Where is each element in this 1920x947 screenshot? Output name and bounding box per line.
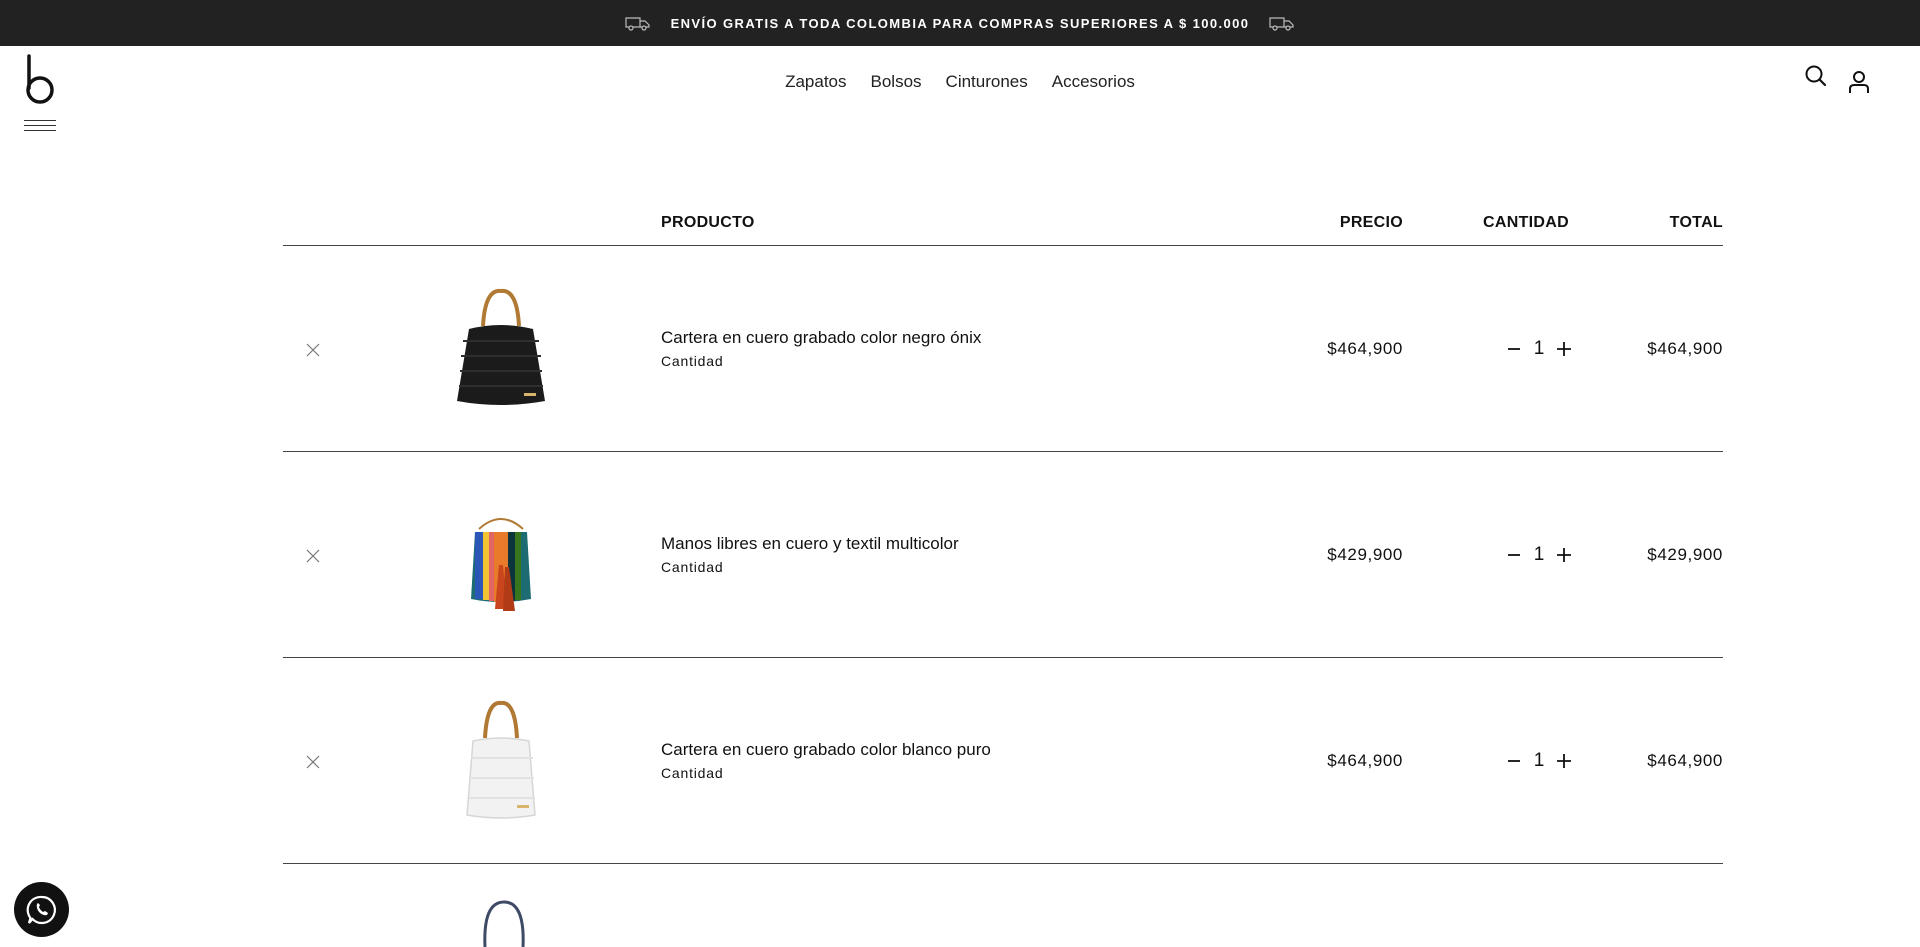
close-icon[interactable] [305,754,321,770]
nav-bolsos[interactable]: Bolsos [871,72,922,92]
product-image[interactable] [433,281,569,417]
product-image[interactable] [433,487,569,623]
close-icon[interactable] [305,342,321,358]
truck-icon [624,17,650,31]
header-price: PRECIO [1339,214,1403,231]
menu-button[interactable] [24,120,56,132]
cart-row: Cartera en cuero grabado color negro óni… [283,246,1723,452]
product-price: $464,900 [1327,339,1403,358]
announcement-text: ENVÍO GRATIS A TODA COLOMBIA PARA COMPRA… [670,15,1250,31]
minus-icon[interactable] [1505,340,1523,358]
quantity-stepper: 1 [1505,748,1573,774]
minus-icon[interactable] [1505,752,1523,770]
product-option-label: Cantidad [661,353,724,369]
plus-icon[interactable] [1555,546,1573,564]
user-icon[interactable] [1848,70,1870,94]
search-icon[interactable] [1804,64,1828,88]
cart-table: PRODUCTO PRECIO CANTIDAD TOTAL Cartera e… [283,206,1723,864]
quantity-stepper: 1 [1505,336,1573,362]
whatsapp-button[interactable] [14,882,69,937]
quantity-value[interactable]: 1 [1529,750,1549,772]
nav-zapatos[interactable]: Zapatos [785,72,846,92]
header-total: TOTAL [1669,214,1723,231]
header-quantity: CANTIDAD [1483,214,1569,231]
product-option-label: Cantidad [661,559,724,575]
nav-accesorios[interactable]: Accesorios [1052,72,1135,92]
product-total: $464,900 [1647,339,1723,358]
hamburger-icon [24,120,56,121]
close-icon[interactable] [305,548,321,564]
nav-cinturones[interactable]: Cinturones [946,72,1028,92]
product-name[interactable]: Cartera en cuero grabado color negro óni… [661,328,981,348]
header-product: PRODUCTO [661,214,755,231]
truck-icon [1269,17,1295,31]
product-total: $464,900 [1647,751,1723,770]
product-name[interactable]: Cartera en cuero grabado color blanco pu… [661,740,991,760]
plus-icon[interactable] [1555,340,1573,358]
product-price: $429,900 [1327,545,1403,564]
product-price: $464,900 [1327,751,1403,770]
whatsapp-icon [26,895,56,924]
minus-icon[interactable] [1505,546,1523,564]
announcement-bar: ENVÍO GRATIS A TODA COLOMBIA PARA COMPRA… [0,0,1920,46]
product-option-label: Cantidad [661,765,724,781]
product-total: $429,900 [1647,545,1723,564]
quantity-value[interactable]: 1 [1529,544,1549,566]
plus-icon[interactable] [1555,752,1573,770]
product-image[interactable] [479,900,529,947]
cart-row: Cartera en cuero grabado color blanco pu… [283,658,1723,864]
cart-header: PRODUCTO PRECIO CANTIDAD TOTAL [283,206,1723,246]
main-nav: Zapatos Bolsos Cinturones Accesorios [0,72,1920,92]
site-header: Zapatos Bolsos Cinturones Accesorios [0,46,1920,136]
quantity-value[interactable]: 1 [1529,338,1549,360]
product-image[interactable] [433,693,569,829]
quantity-stepper: 1 [1505,542,1573,568]
product-name[interactable]: Manos libres en cuero y textil multicolo… [661,534,959,554]
cart-row: Manos libres en cuero y textil multicolo… [283,452,1723,658]
